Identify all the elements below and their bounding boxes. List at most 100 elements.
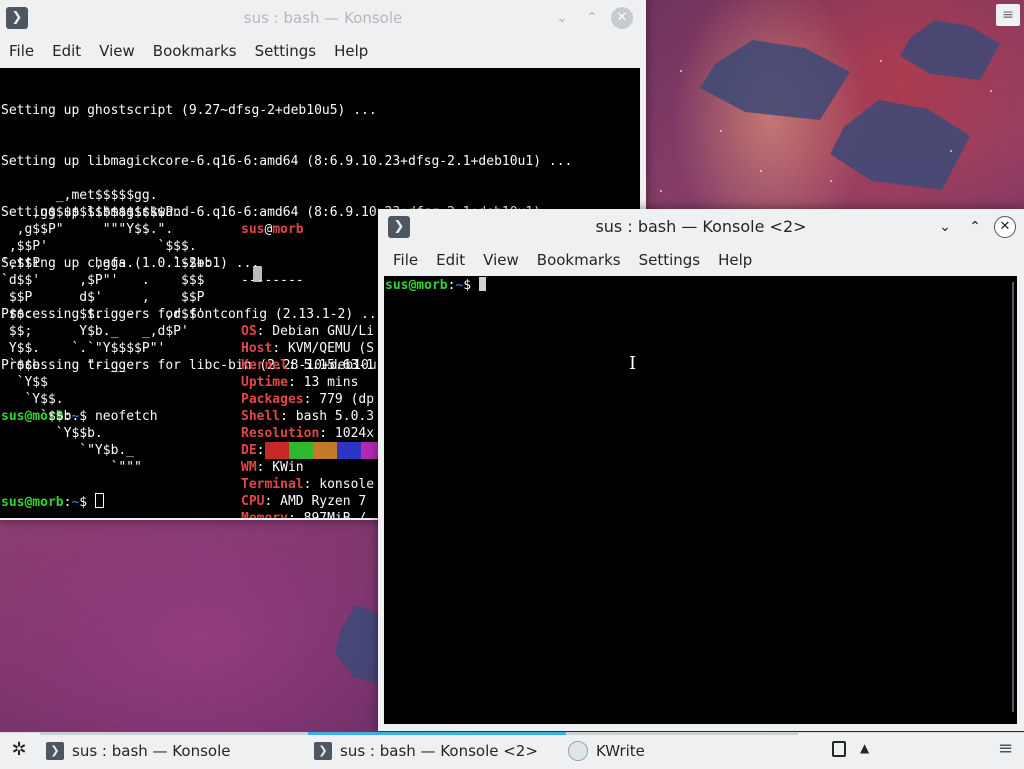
window-titlebar[interactable]: ❯ sus : bash — Konsole <2> ⌄ ⌃ ✕ [378, 209, 1024, 245]
menu-bookmarks[interactable]: Bookmarks [528, 251, 630, 269]
menu-view[interactable]: View [474, 251, 528, 269]
menu-view[interactable]: View [90, 42, 144, 60]
info-row: Memory: 897MiB / [241, 510, 374, 518]
menu-settings[interactable]: Settings [630, 251, 710, 269]
logo-line: `d$$' ,$P"' . $$$ [1, 273, 205, 288]
info-value: Debian GNU/Li [264, 324, 375, 339]
prompt-user: sus@morb [1, 495, 64, 510]
logo-line: `$$b. [1, 409, 80, 424]
hamburger-icon: ≡ [1002, 7, 1014, 23]
menubar: File Edit View Bookmarks Settings Help [0, 36, 646, 66]
info-row: Terminal: konsole [241, 477, 375, 492]
close-icon: ✕ [999, 219, 1011, 234]
clipboard-icon[interactable] [832, 741, 846, 757]
color-palette [265, 442, 385, 459]
info-row: OS: Debian GNU/Li [241, 324, 375, 339]
info-key: CPU [241, 494, 265, 509]
maximize-button[interactable]: ⌃ [582, 8, 602, 28]
task-indicator [308, 732, 572, 735]
logo-line: `""" [1, 460, 142, 475]
logo-line: $$P d$' , $$P [1, 290, 205, 305]
chevron-down-icon: ⌄ [556, 10, 568, 26]
menu-edit[interactable]: Edit [43, 42, 90, 60]
info-value: 13 mins [295, 375, 359, 390]
chevron-down-icon: ⌄ [939, 219, 951, 235]
prompt-line: sus@morb:~$ [385, 277, 486, 294]
task-indicator [566, 732, 798, 735]
info-row: Resolution: 1024x [241, 426, 375, 441]
kwrite-icon [568, 741, 588, 761]
close-button[interactable]: ✕ [994, 216, 1016, 238]
menu-bookmarks[interactable]: Bookmarks [144, 42, 246, 60]
info-key: Kernel [241, 358, 288, 373]
info-row: WM: KWin [241, 460, 304, 475]
close-button[interactable]: ✕ [611, 7, 633, 29]
debian-logo-ascii: _,met$$$$$gg. ,g$$$$$$$$$$$$$$$P. ,g$$P"… [1, 187, 212, 476]
logo-line: `"Y$b._ [1, 443, 135, 458]
logo-line: ,g$$$$$$$$$$$$$$$P. [1, 205, 182, 220]
info-value: bash 5.0.3 [287, 409, 375, 424]
konsole-icon: ❯ [314, 742, 332, 760]
menu-help[interactable]: Help [325, 42, 377, 60]
konsole-icon: ❯ [46, 742, 64, 760]
task-konsole-1[interactable]: ❯ sus : bash — Konsole [40, 732, 308, 767]
panel-options-icon[interactable]: ≡ [998, 738, 1013, 759]
info-row: Host: KVM/QEMU (S [241, 341, 375, 356]
desktop-menu-button[interactable]: ≡ [996, 4, 1020, 26]
menu-help[interactable]: Help [709, 251, 761, 269]
info-key: Packages [241, 392, 304, 407]
konsole-window-2[interactable]: ❯ sus : bash — Konsole <2> ⌄ ⌃ ✕ File Ed… [378, 209, 1024, 731]
text-cursor [94, 493, 104, 508]
menu-file[interactable]: File [384, 251, 427, 269]
logo-line: ,$$P' `$$$. [1, 239, 197, 254]
menu-edit[interactable]: Edit [427, 251, 474, 269]
logo-line: `Y$$b. [1, 426, 103, 441]
task-konsole-2[interactable]: ❯ sus : bash — Konsole <2> [308, 732, 572, 767]
info-key: Terminal [241, 477, 304, 492]
palette-swatch [265, 442, 289, 459]
scroll-indicator [253, 266, 262, 282]
menu-file[interactable]: File [0, 42, 43, 60]
neofetch-info: sus@morb -------- OS: Debian GNU/Li Host:… [241, 187, 374, 518]
terminal-area[interactable]: sus@morb:~$ I [384, 276, 1017, 724]
logo-line: $$; Y$b._ _,d$P' [1, 324, 189, 339]
chevron-up-icon: ⌃ [586, 10, 598, 26]
maximize-button[interactable]: ⌃ [965, 217, 985, 237]
info-value: KVM/QEMU (S [280, 341, 375, 356]
window-titlebar[interactable]: ❯ sus : bash — Konsole ⌄ ⌃ ✕ [0, 0, 646, 36]
system-tray-expand-icon[interactable]: ▲ [860, 741, 869, 755]
application-launcher[interactable]: ✲ [6, 737, 32, 763]
info-value: 1024x [327, 426, 375, 441]
window-title: sus : bash — Konsole [243, 9, 403, 27]
task-label: KWrite [596, 742, 645, 760]
task-kwrite[interactable]: KWrite [566, 732, 798, 767]
info-row: Kernel: 5.15.63-1 [241, 358, 375, 373]
menu-settings[interactable]: Settings [246, 42, 326, 60]
taskbar: ✲ ❯ sus : bash — Konsole ❯ sus : bash — … [0, 732, 1024, 769]
info-row: Uptime: 13 mins [241, 375, 359, 390]
info-key: WM [241, 460, 257, 475]
info-value: 897MiB / [296, 511, 374, 518]
chevron-up-icon: ⌃ [969, 219, 981, 235]
info-value: AMD Ryzen 7 [272, 494, 367, 509]
minimize-button[interactable]: ⌄ [552, 8, 572, 28]
info-row: CPU: AMD Ryzen 7 [241, 494, 367, 509]
launcher-icon: ✲ [11, 739, 27, 760]
info-value: 5.15.63-1 [295, 358, 375, 373]
minimize-button[interactable]: ⌄ [935, 217, 955, 237]
wallpaper-shape [700, 40, 850, 120]
palette-swatch [313, 442, 337, 459]
menubar: File Edit View Bookmarks Settings Help [378, 245, 1024, 275]
logo-line: Y$$. `.`"Y$$$$P"' [1, 341, 166, 356]
logo-line: ',$$P ,ggs. `$$b: [1, 256, 213, 271]
terminal-scrollbar[interactable] [1012, 282, 1014, 712]
prompt-dollar: $ [79, 495, 88, 510]
logo-line: $$: $$. - ,d$$' [1, 307, 205, 322]
task-label: sus : bash — Konsole <2> [340, 742, 538, 760]
info-key: Memory [241, 511, 288, 518]
text-cursor [478, 277, 486, 291]
info-key: DE [241, 443, 257, 458]
prompt-dollar: $ [463, 278, 472, 293]
logo-line: `Y$$. [1, 392, 64, 407]
info-value: konsole [311, 477, 375, 492]
